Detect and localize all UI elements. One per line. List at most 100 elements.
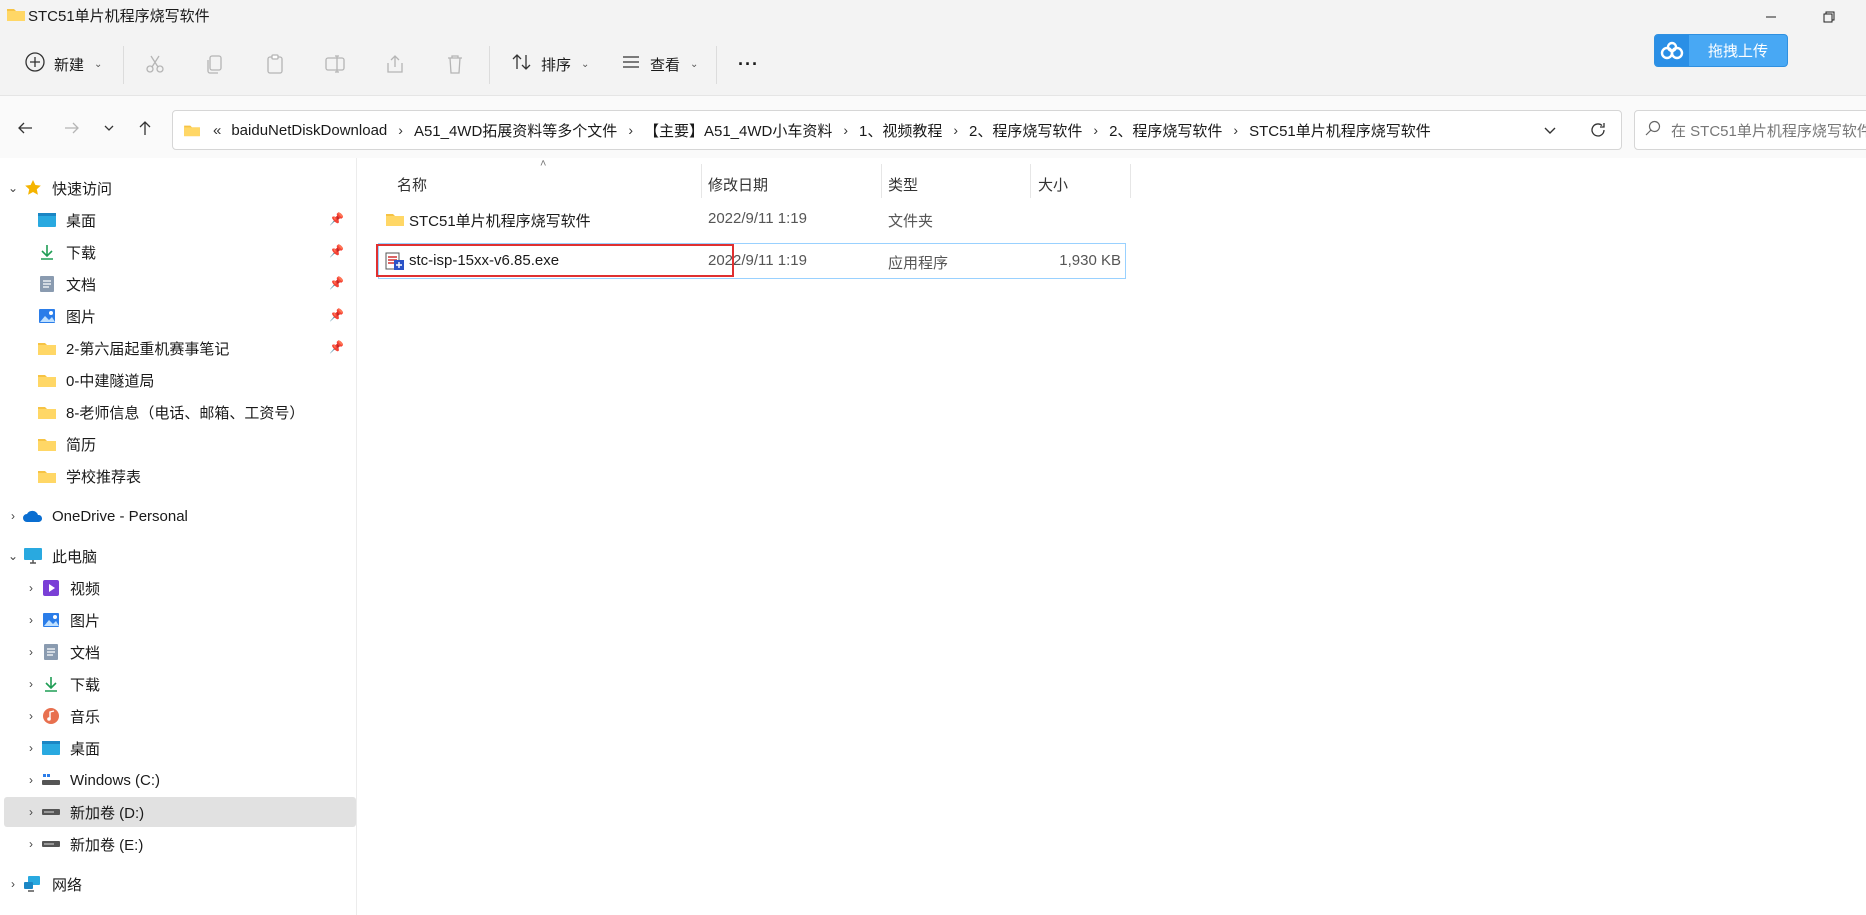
more-options-button[interactable]: ··· [730,44,767,84]
folder-icon [36,466,58,486]
sidebar-item-this-pc[interactable]: ⌄ 此电脑 [4,541,356,571]
chevron-right-icon[interactable]: › [22,805,40,819]
copy-icon[interactable] [203,52,227,76]
column-header-size[interactable]: 大小 [1038,168,1068,200]
pin-icon[interactable]: 📌 [329,212,344,226]
sidebar-item-label: 桌面 [70,740,101,758]
breadcrumb-chevron-icon[interactable]: › [953,122,958,138]
chevron-right-icon[interactable]: › [22,613,40,627]
desktop-icon [40,738,62,758]
sort-button[interactable]: 排序 ⌄ [503,44,597,84]
sidebar-item-folder[interactable]: 2-第六届起重机赛事笔记 📌 [4,333,356,363]
breadcrumb-item[interactable]: A51_4WD拓展资料等多个文件 [414,120,617,141]
chevron-right-icon[interactable]: › [22,709,40,723]
sidebar-item-label: 桌面 [66,212,97,230]
chevron-right-icon[interactable]: › [4,877,22,891]
breadcrumb-item[interactable]: 2、程序烧写软件 [1109,120,1222,141]
column-header-type[interactable]: 类型 [888,168,918,200]
sidebar-item-videos[interactable]: › 视频 [4,573,356,603]
sidebar-item-music[interactable]: › 音乐 [4,701,356,731]
restore-button[interactable] [1806,0,1852,34]
sidebar-item-desktop[interactable]: 桌面 📌 [4,205,356,235]
sidebar-item-desktop[interactable]: › 桌面 [4,733,356,763]
sidebar-item-documents[interactable]: › 文档 [4,637,356,667]
column-divider[interactable] [701,164,702,198]
up-arrow-icon[interactable] [128,111,162,145]
pin-icon[interactable]: 📌 [329,244,344,258]
folder-icon [184,125,200,137]
sidebar-item-pictures[interactable]: 图片 📌 [4,301,356,331]
rename-icon[interactable] [323,52,347,76]
chevron-down-icon: ⌄ [581,58,590,70]
back-arrow-icon[interactable] [8,111,42,145]
drive-icon [40,834,62,854]
sidebar-item-onedrive[interactable]: › OneDrive - Personal [4,501,356,531]
sidebar-item-folder[interactable]: 0-中建隧道局 [4,365,356,395]
new-button[interactable]: 新建 ⌄ [16,44,110,84]
address-bar[interactable]: « baiduNetDiskDownload › A51_4WD拓展资料等多个文件 ›… [172,110,1622,150]
sidebar-item-pictures[interactable]: › 图片 [4,605,356,635]
chevron-right-icon[interactable]: › [22,645,40,659]
sidebar-item-label: 0-中建隧道局 [66,372,155,390]
breadcrumb-overflow[interactable]: « [213,122,221,139]
breadcrumb-chevron-icon[interactable]: › [628,122,633,138]
chevron-down-icon[interactable]: ⌄ [4,181,22,195]
sidebar-item-label: 图片 [70,612,101,630]
sidebar-item-folder[interactable]: 简历 [4,429,356,459]
chevron-down-icon[interactable]: ⌄ [4,549,22,563]
file-type: 应用程序 [888,255,949,272]
sidebar-item-downloads[interactable]: 下载 📌 [4,237,356,267]
recent-locations-chevron-icon[interactable] [92,111,126,145]
column-header-name[interactable]: 名称 [397,168,427,200]
breadcrumb-item[interactable]: baiduNetDiskDownload [231,122,387,139]
column-divider[interactable] [1130,164,1131,198]
refresh-icon[interactable] [1580,114,1616,146]
breadcrumb-chevron-icon[interactable]: › [398,122,403,138]
paste-icon[interactable] [263,52,287,76]
forward-arrow-icon[interactable] [55,111,89,145]
sidebar-item-downloads[interactable]: › 下载 [4,669,356,699]
sidebar-item-documents[interactable]: 文档 📌 [4,269,356,299]
cut-icon[interactable] [143,52,167,76]
minimize-button[interactable] [1748,0,1794,34]
pin-icon[interactable]: 📌 [329,276,344,290]
sidebar-item-quick-access[interactable]: ⌄ 快速访问 [4,173,356,203]
chevron-right-icon[interactable]: › [22,677,40,691]
breadcrumb-chevron-icon[interactable]: › [1233,122,1238,138]
pin-icon[interactable]: 📌 [329,340,344,354]
breadcrumb-item[interactable]: STC51单片机程序烧写软件 [1249,120,1431,141]
chevron-right-icon[interactable]: › [22,773,40,787]
sidebar-item-label: 网络 [52,876,83,894]
breadcrumb-item[interactable]: 2、程序烧写软件 [969,120,1082,141]
column-header-modified[interactable]: 修改日期 [708,168,768,200]
chevron-right-icon[interactable]: › [4,509,22,523]
sidebar-item-drive-e[interactable]: › 新加卷 (E:) [4,829,356,859]
baidu-upload-button[interactable]: 拖拽上传 [1654,34,1788,67]
sidebar-item-drive-c[interactable]: › Windows (C:) [4,765,356,795]
delete-icon[interactable] [443,52,467,76]
sidebar-item-label: 学校推荐表 [66,468,142,486]
share-icon[interactable] [383,52,407,76]
sidebar-item-folder[interactable]: 学校推荐表 [4,461,356,491]
sidebar-item-label: OneDrive - Personal [52,507,188,525]
breadcrumb-item[interactable]: 1、视频教程 [859,120,942,141]
chevron-right-icon[interactable]: › [22,837,40,851]
chevron-right-icon[interactable]: › [22,581,40,595]
sidebar-item-folder[interactable]: 8-老师信息（电话、邮箱、工资号） [4,397,356,427]
chevron-right-icon[interactable]: › [22,741,40,755]
sidebar-item-label: 图片 [66,308,97,326]
pin-icon[interactable]: 📌 [329,308,344,322]
search-input[interactable]: 在 STC51单片机程序烧写软件 中搜索 [1634,110,1866,150]
address-dropdown-chevron-icon[interactable] [1530,114,1570,146]
folder-icon [36,338,58,358]
sidebar-item-network[interactable]: › 网络 [4,869,356,899]
file-row[interactable]: stc-isp-15xx-v6.85.exe 2022/9/11 1:19 应用… [378,243,1126,279]
breadcrumb-chevron-icon[interactable]: › [1093,122,1098,138]
file-row[interactable]: STC51单片机程序烧写软件 2022/9/11 1:19 文件夹 [378,202,1126,238]
breadcrumb-item[interactable]: 【主要】A51_4WD小车资料 [644,120,832,141]
view-button[interactable]: 查看 ⌄ [612,44,706,84]
breadcrumb-chevron-icon[interactable]: › [843,122,848,138]
column-divider[interactable] [881,164,882,198]
sidebar-item-drive-d[interactable]: › 新加卷 (D:) [4,797,356,827]
column-divider[interactable] [1030,164,1031,198]
